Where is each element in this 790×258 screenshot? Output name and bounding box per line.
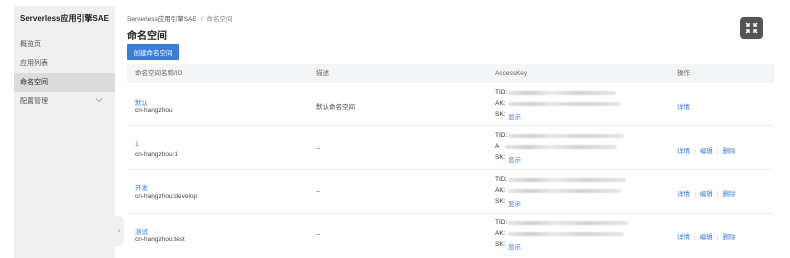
accesskey-block: TID: AK: SK: 显示 — [495, 219, 665, 253]
column-header-accesskey: AccessKey — [495, 70, 528, 77]
detail-link[interactable]: 详情 — [677, 191, 690, 198]
sk-show-link[interactable]: 显示 — [508, 198, 521, 208]
breadcrumb-current: 命名空间 — [206, 16, 233, 23]
sk-label: SK: — [495, 111, 506, 118]
sidebar-item-label: 概览页 — [20, 41, 41, 48]
accesskey-block: TID: AK: SK: 显示 — [495, 176, 665, 210]
tid-label: TID: — [495, 89, 508, 96]
accesskey-block: TID: AK: SK: 显示 — [495, 89, 665, 123]
action-divider: | — [716, 148, 719, 155]
accesskey-block: TID: A SK: 显示 — [495, 132, 665, 166]
row-actions: 详情 | 编辑 | 删除 — [677, 231, 735, 241]
sidebar-item-label: 应用列表 — [20, 60, 48, 67]
sidebar-collapse-toggle[interactable]: ‹ — [115, 216, 124, 246]
column-header-name: 命名空间名称/ID — [135, 70, 183, 77]
masked-value — [508, 232, 624, 236]
detail-link[interactable]: 详情 — [677, 148, 690, 155]
namespace-name-link[interactable]: 测试 — [135, 226, 148, 236]
ak-label: AK: — [495, 100, 506, 107]
edit-link[interactable]: 编辑 — [700, 234, 713, 241]
tid-label: TID: — [495, 132, 508, 139]
sk-label: SK: — [495, 198, 506, 205]
action-divider: | — [694, 234, 696, 241]
edit-link[interactable]: 编辑 — [700, 148, 713, 155]
sidebar-item-config-management[interactable]: 配置管理 — [14, 92, 115, 111]
action-divider: | — [694, 148, 696, 155]
row-actions: 详情 | 编辑 | 删除 — [677, 145, 735, 155]
chevron-down-icon — [95, 92, 103, 111]
action-divider: | — [716, 234, 719, 241]
namespace-description: 默认命名空间 — [316, 104, 355, 111]
action-divider: | — [716, 191, 719, 198]
namespace-description: -- — [316, 188, 321, 195]
sidebar-title: Serverless应用引擎SAE — [20, 14, 109, 23]
tid-label: TID: — [495, 219, 508, 226]
detail-link[interactable]: 详情 — [677, 234, 690, 241]
sk-label: SK: — [495, 241, 506, 248]
namespace-name-link[interactable]: 开发 — [135, 182, 148, 192]
sk-show-link[interactable]: 显示 — [508, 241, 521, 251]
namespace-id: cn-hangzhou — [135, 107, 173, 114]
sidebar-item-overview[interactable]: 概览页 — [14, 35, 115, 54]
table-row: 1 cn-hangzhou:1 -- TID: A SK: 显示 详情 | 编辑 | 删… — [127, 127, 774, 170]
sidebar-item-app-list[interactable]: 应用列表 — [14, 54, 115, 73]
sidebar-item-label: 配置管理 — [20, 98, 48, 105]
namespace-id: cn-hangzhou:test — [135, 236, 185, 243]
action-divider: | — [694, 191, 696, 198]
fullscreen-icon — [745, 22, 758, 34]
delete-link[interactable]: 删除 — [722, 234, 735, 241]
tid-label: TID: — [495, 176, 508, 183]
sk-show-link[interactable]: 显示 — [508, 111, 521, 121]
sk-label: SK: — [495, 154, 506, 161]
ak-label: AK: — [495, 230, 506, 237]
namespace-id: cn-hangzhou:1 — [135, 151, 179, 158]
table-row: 测试 cn-hangzhou:test -- TID: AK: SK: 显示 详… — [127, 215, 774, 258]
row-actions: 详情 — [677, 101, 690, 111]
ak-label: A — [495, 143, 500, 150]
breadcrumb-root[interactable]: Serverless应用引擎SAE — [127, 16, 197, 23]
masked-value — [508, 178, 626, 182]
page-title: 命名空间 — [127, 31, 167, 42]
breadcrumb: Serverless应用引擎SAE / 命名空间 — [127, 13, 233, 23]
namespace-id: cn-hangzhou:develop — [135, 193, 198, 200]
edit-link[interactable]: 编辑 — [700, 191, 713, 198]
breadcrumb-separator: / — [200, 16, 203, 23]
delete-link[interactable]: 删除 — [722, 148, 735, 155]
sidebar-item-namespace[interactable]: 命名空间 — [14, 73, 115, 92]
table-row: 默认 cn-hangzhou 默认命名空间 TID: AK: SK: 显示 详情 — [127, 83, 774, 126]
masked-value — [505, 145, 617, 149]
fullscreen-button[interactable] — [740, 17, 763, 39]
namespace-name-link[interactable]: 默认 — [135, 97, 148, 107]
table-header: 命名空间名称/ID 描述 AccessKey 操作 — [127, 64, 774, 83]
delete-link[interactable]: 删除 — [722, 191, 735, 198]
ak-label: AK: — [495, 187, 506, 194]
masked-value — [508, 91, 616, 95]
masked-value — [508, 134, 624, 138]
sidebar: Serverless应用引擎SAE 概览页 应用列表 命名空间 配置管理 — [14, 6, 115, 258]
column-header-actions: 操作 — [677, 70, 690, 77]
row-actions: 详情 | 编辑 | 删除 — [677, 188, 735, 198]
masked-value — [508, 102, 621, 106]
column-header-description: 描述 — [316, 70, 329, 77]
namespace-description: -- — [316, 231, 321, 238]
namespace-description: -- — [316, 145, 321, 152]
detail-link[interactable]: 详情 — [677, 104, 690, 111]
create-namespace-button[interactable]: 创建命名空间 — [127, 44, 179, 60]
sk-show-link[interactable]: 显示 — [508, 154, 521, 164]
table-row: 开发 cn-hangzhou:develop -- TID: AK: SK: 显… — [127, 171, 774, 214]
namespace-name-link[interactable]: 1 — [135, 141, 139, 148]
masked-value — [508, 189, 621, 193]
masked-value — [508, 221, 628, 225]
sidebar-item-label: 命名空间 — [20, 79, 48, 86]
